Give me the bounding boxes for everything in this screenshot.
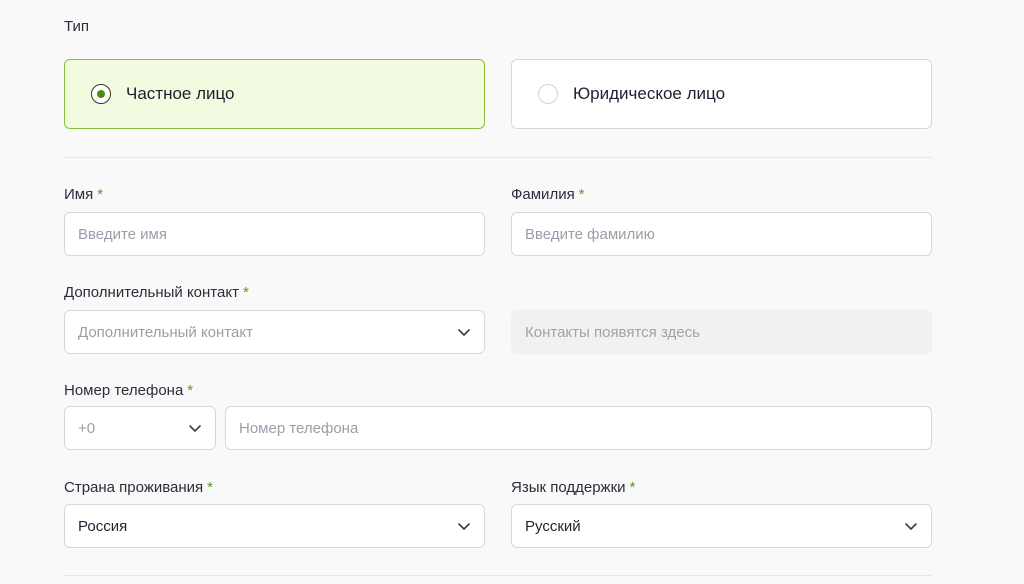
last-name-placeholder: Введите фамилию — [525, 225, 655, 243]
phone-code-value: +0 — [78, 419, 96, 437]
radio-unchecked-icon[interactable] — [538, 84, 558, 104]
type-option-individual[interactable]: Частное лицо — [64, 59, 485, 129]
section-divider — [64, 157, 932, 158]
phone-label: Номер телефона * — [64, 382, 194, 399]
support-language-select[interactable]: Русский — [511, 504, 932, 548]
first-name-placeholder: Введите имя — [78, 225, 167, 243]
country-label: Страна проживания * — [64, 479, 214, 496]
chevron-down-icon[interactable] — [188, 421, 202, 435]
contacts-preview-field: Контакты появятся здесь — [511, 310, 932, 354]
phone-code-select[interactable]: +0 — [64, 406, 216, 450]
first-name-input[interactable]: Введите имя — [64, 212, 485, 256]
account-form-page: Тип Частное лицо Юридическое лицо Имя * В… — [0, 0, 1024, 584]
type-option-legal-entity[interactable]: Юридическое лицо — [511, 59, 932, 129]
extra-contact-label: Дополнительный контакт * — [64, 284, 249, 301]
required-mark: * — [97, 186, 104, 203]
required-mark: * — [187, 382, 194, 399]
required-mark: * — [629, 479, 636, 496]
first-name-label: Имя * — [64, 186, 104, 203]
chevron-down-icon[interactable] — [457, 519, 471, 533]
last-name-input[interactable]: Введите фамилию — [511, 212, 932, 256]
type-option-label: Юридическое лицо — [573, 84, 726, 103]
section-divider — [64, 575, 932, 576]
support-language-value: Русский — [525, 517, 581, 535]
required-mark: * — [578, 186, 585, 203]
extra-contact-placeholder: Дополнительный контакт — [78, 323, 253, 341]
contacts-preview-text: Контакты появятся здесь — [525, 323, 700, 341]
chevron-down-icon[interactable] — [457, 325, 471, 339]
chevron-down-icon[interactable] — [904, 519, 918, 533]
required-mark: * — [242, 284, 249, 301]
type-section-label: Тип — [64, 18, 90, 35]
phone-number-input[interactable]: Номер телефона — [225, 406, 932, 450]
required-mark: * — [207, 479, 214, 496]
radio-checked-icon[interactable] — [91, 84, 111, 104]
extra-contact-select[interactable]: Дополнительный контакт — [64, 310, 485, 354]
country-value: Россия — [78, 517, 128, 535]
last-name-label: Фамилия * — [511, 186, 585, 203]
type-option-label: Частное лицо — [126, 84, 235, 103]
support-language-label: Язык поддержки * — [511, 479, 636, 496]
country-select[interactable]: Россия — [64, 504, 485, 548]
phone-number-placeholder: Номер телефона — [239, 419, 359, 437]
